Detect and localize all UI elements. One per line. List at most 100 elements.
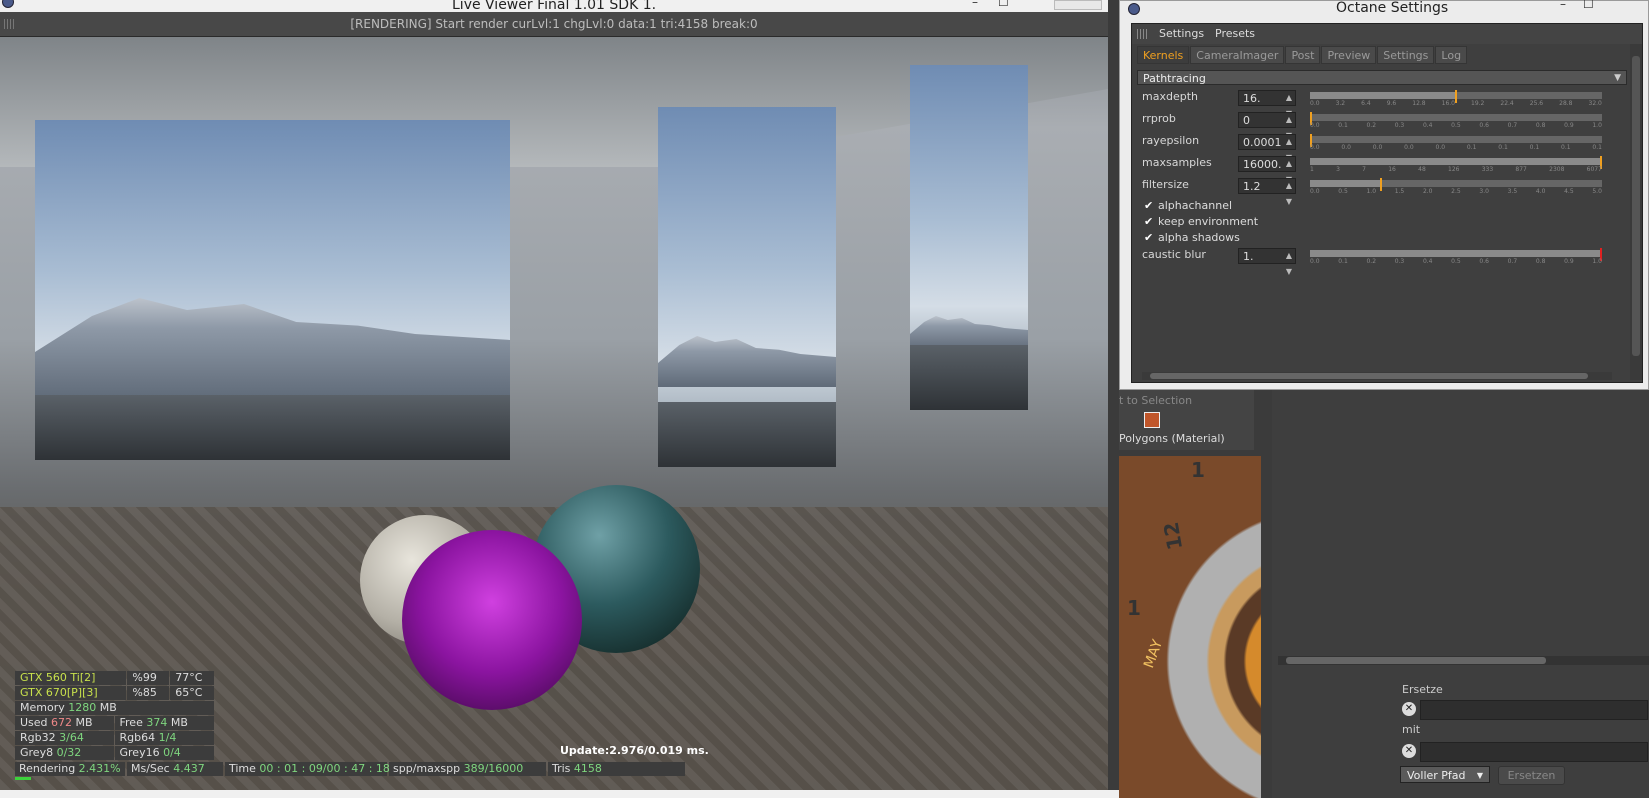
param-field[interactable]: 0.0001▲▼ [1238, 134, 1296, 162]
checkmark-icon[interactable]: ✔ [1144, 215, 1154, 228]
close-button[interactable] [1054, 0, 1102, 10]
gpu-name: GTX 560 Ti[2] [15, 671, 127, 685]
tris-value: 4158 [573, 762, 602, 775]
slider-tick-label: 0.1 [1529, 144, 1540, 151]
slider-tick-label: 0.5 [1451, 258, 1461, 265]
maximize-icon[interactable]: ☐ [1583, 0, 1594, 11]
path-mode-select[interactable]: Voller Pfad ▼ [1400, 766, 1490, 783]
slider-tick-label: 877 [1515, 166, 1527, 173]
tab-settings[interactable]: Settings [1377, 46, 1435, 64]
slider-ticks: 0.0 0.5 1.0 1.5 2.0 2.5 3.0 3.5 4.0 4.5 5.0 [1310, 188, 1602, 195]
grey8-value: 0/32 [56, 746, 82, 759]
tab-kernels[interactable]: Kernels [1137, 46, 1190, 64]
grey8-label: Grey8 [20, 746, 54, 759]
kernel-select[interactable]: Pathtracing ▼ [1137, 70, 1627, 85]
slider-tick-label: 6.4 [1361, 100, 1371, 107]
gpu-load: %85 [127, 686, 170, 700]
param-field[interactable]: 16.▲▼ [1238, 90, 1296, 118]
live-viewer-titlebar[interactable]: Live Viewer Final 1.01 SDK 1. – ☐ [0, 0, 1108, 13]
slider-tick-label: 0.7 [1507, 122, 1518, 129]
settings-vscrollbar[interactable] [1630, 44, 1642, 380]
slider-tick-label: 0.1 [1561, 144, 1571, 151]
slider-tick-label: 1.0 [1592, 122, 1602, 129]
param-row: filtersize 1.2 ▲ ▼ 0.0 0.5 1.0 1.5 2.0 2.5 3.0 3.… [1142, 176, 1622, 206]
slider-tick-label: 2.0 [1422, 188, 1433, 195]
slider-tick-label: 0.0 [1372, 144, 1383, 151]
clock-number: 1 [1191, 458, 1205, 482]
param-field[interactable]: 1. ▲ ▼ [1238, 248, 1296, 276]
slider-tick-label: 126 [1448, 166, 1460, 173]
minimize-icon[interactable]: – [1560, 0, 1566, 11]
render-window-right [910, 65, 1028, 410]
menu-presets[interactable]: Presets [1215, 27, 1255, 40]
time-cell: Time 00 : 01 : 09/00 : 47 : 18 [225, 762, 390, 776]
rgb64-label: Rgb64 [119, 731, 156, 744]
render-progress-bar [15, 777, 32, 780]
minimize-icon[interactable]: – [972, 0, 978, 9]
tab-log[interactable]: Log [1435, 46, 1468, 64]
free-label: Free [119, 716, 143, 729]
slider-tick-label: 0.3 [1394, 258, 1405, 265]
slider-ticks: 0.0 3.2 6.4 9.6 12.8 16.0 19.2 22.4 25.6 28.8 32.0 [1310, 100, 1602, 107]
attributes-hscrollbar[interactable] [1278, 656, 1649, 665]
checkmark-icon[interactable]: ✔ [1144, 231, 1154, 244]
mssec-label: Ms/Sec [131, 762, 170, 775]
param-slider[interactable]: 0.0 0.1 0.2 0.3 0.4 0.5 0.6 0.7 0.8 0.9 1.0 [1310, 248, 1602, 265]
param-field[interactable]: 1.2 ▲ ▼ [1238, 178, 1296, 206]
maximize-icon[interactable]: ☐ [998, 0, 1009, 9]
slider-tick-label: 22.4 [1500, 100, 1514, 107]
param-slider[interactable]: 1 3 7 16 48 126 333 877 2308 6077 [1310, 156, 1602, 173]
slider-ticks: 0.0 0.0 0.0 0.0 0.0 0.1 0.1 0.1 0.1 0.1 [1310, 144, 1602, 151]
checkbox-keep-environment[interactable]: ✔ keep environment [1144, 215, 1258, 230]
tab-cameraimager[interactable]: CameraImager [1190, 46, 1285, 64]
slider-tick-label: 0.8 [1535, 122, 1546, 129]
spinner-icon[interactable]: ▲▼ [1286, 178, 1292, 210]
param-row: maxdepth 16.▲▼ 0.0 3.2 6.4 9.6 12.8 16.0 19.2 2… [1142, 88, 1622, 118]
clear-icon[interactable]: ✕ [1402, 744, 1416, 758]
spinner-icon[interactable]: ▲▼ [1286, 248, 1292, 280]
replace-button[interactable]: Ersetzen [1498, 766, 1565, 785]
slider-tick-label: 0.0 [1310, 188, 1320, 195]
rgb32-cell: Rgb32 3/64 [15, 731, 114, 745]
menu-settings[interactable]: Settings [1159, 27, 1204, 40]
memory-value: 1280 [68, 701, 97, 714]
octane-settings-window: Octane Settings – ☐ Settings Presets Ker… [1119, 0, 1649, 390]
selection-label[interactable]: t to Selection [1119, 394, 1192, 407]
live-viewer-statusbar: [RENDERING] Start render curLvl:1 chgLvl… [0, 12, 1108, 37]
used-cell: Used 672 MB [15, 716, 114, 730]
slider-tick-label: 0.1 [1338, 122, 1348, 129]
time-value: 00 : 01 : 09/00 : 47 : 18 [259, 762, 390, 775]
free-unit: MB [170, 716, 188, 729]
param-field[interactable]: 0▲▼ [1238, 112, 1296, 140]
param-slider[interactable]: 0.0 0.1 0.2 0.3 0.4 0.5 0.6 0.7 0.8 0.9 1.0 [1310, 112, 1602, 129]
grip-icon[interactable] [1137, 29, 1147, 39]
param-slider[interactable]: 0.0 0.5 1.0 1.5 2.0 2.5 3.0 3.5 4.0 4.5 5.0 [1310, 178, 1602, 195]
texture-tag-icon[interactable] [1144, 412, 1160, 428]
tab-preview[interactable]: Preview [1321, 46, 1377, 64]
gpu-stats-overlay: GTX 560 Ti[2] %99 77°C GTX 670[P][3] %85… [15, 671, 215, 761]
checkmark-icon[interactable]: ✔ [1144, 199, 1154, 212]
slider-tick-label: 16 [1388, 166, 1396, 173]
param-field[interactable]: 16000.▲▼ [1238, 156, 1296, 184]
tab-post[interactable]: Post [1285, 46, 1321, 64]
checkbox-alpha-shadows[interactable]: ✔ alpha shadows [1144, 231, 1240, 246]
octane-settings-titlebar[interactable]: Octane Settings – ☐ [1120, 0, 1649, 19]
checkbox-label: keep environment [1158, 215, 1259, 228]
slider-tick-label: 7 [1362, 166, 1366, 173]
param-slider[interactable]: 0.0 0.0 0.0 0.0 0.0 0.1 0.1 0.1 0.1 0.1 [1310, 134, 1602, 151]
settings-hscrollbar[interactable] [1142, 372, 1612, 380]
slider-tick-label: 0.0 [1310, 258, 1320, 265]
with-input[interactable] [1420, 742, 1648, 762]
clear-icon[interactable]: ✕ [1402, 702, 1416, 716]
slider-tick-label: 48 [1418, 166, 1426, 173]
slider-tick-label: 333 [1481, 166, 1494, 173]
slider-ticks: 1 3 7 16 48 126 333 877 2308 6077 [1310, 166, 1602, 173]
grey16-label: Grey16 [119, 746, 160, 759]
slider-tick-label: 0.2 [1366, 258, 1377, 265]
spp-label: spp/maxspp [393, 762, 461, 775]
checkbox-alphachannel[interactable]: ✔ alphachannel [1144, 199, 1232, 214]
replace-input[interactable] [1420, 700, 1648, 720]
param-slider[interactable]: 0.0 3.2 6.4 9.6 12.8 16.0 19.2 22.4 25.6 28.8 32.0 [1310, 90, 1602, 107]
checkbox-label: alpha shadows [1158, 231, 1240, 244]
slider-tick-label: 0.8 [1535, 258, 1546, 265]
